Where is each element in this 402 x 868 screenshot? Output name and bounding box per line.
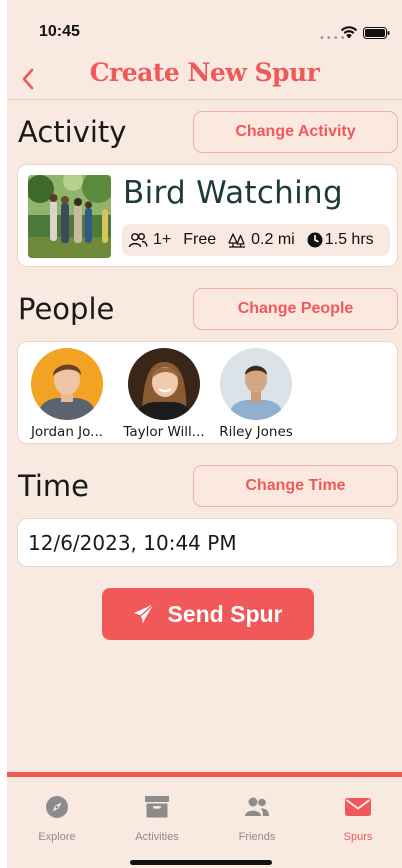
tab-activities-label: Activities (135, 831, 179, 843)
tab-friends[interactable]: Friends (217, 793, 297, 843)
users-icon (245, 797, 269, 816)
activity-heading: Activity (18, 115, 127, 149)
person-item[interactable]: Riley Jones (211, 348, 301, 440)
person-name: Jordan Jo... (30, 424, 104, 440)
duration-value: 1.5 hrs (324, 231, 374, 248)
price-value: Free (183, 231, 217, 248)
people-icon (128, 233, 148, 248)
envelope-icon (345, 798, 371, 816)
wifi-icon (340, 26, 358, 39)
price: Free (183, 231, 216, 249)
tab-spurs[interactable]: Spurs (318, 793, 398, 843)
avatar (31, 348, 103, 420)
tab-explore[interactable]: Explore (17, 793, 97, 843)
group-size-value: 1+ (153, 231, 172, 248)
tab-friends-label: Friends (238, 831, 276, 843)
person-item[interactable]: Taylor Will... (119, 348, 209, 440)
person-item[interactable]: Jordan Jo... (22, 348, 112, 440)
avatar (128, 348, 200, 420)
paper-plane-icon (134, 603, 155, 623)
person-name: Taylor Will... (123, 424, 205, 440)
tab-explore-label: Explore (38, 831, 76, 843)
status-time: 10:45 (39, 23, 80, 40)
trees-icon (228, 233, 246, 248)
status-bar: 10:45 •••• (7, 0, 402, 54)
change-time-button[interactable]: Change Time (193, 465, 398, 507)
change-activity-button[interactable]: Change Activity (193, 111, 398, 153)
compass-icon (46, 796, 68, 818)
page-title: Create New Spur (89, 58, 320, 87)
home-indicator[interactable] (130, 860, 272, 865)
activity-name: Bird Watching (123, 175, 343, 211)
duration: 1.5 hrs (307, 231, 374, 249)
distance-value: 0.2 mi (251, 231, 295, 248)
send-spur-button[interactable]: Send Spur (102, 588, 314, 640)
tab-activities[interactable]: Activities (117, 793, 197, 843)
battery-icon (363, 27, 390, 39)
distance: 0.2 mi (228, 231, 295, 249)
time-heading: Time (18, 469, 89, 503)
tab-spurs-label: Spurs (343, 831, 373, 843)
tab-bar: Explore Activities Friends Spurs (7, 777, 402, 868)
group-size: 1+ (128, 231, 171, 249)
activity-card[interactable]: Bird Watching 1+ Free 0.2 mi 1.5 hrs (17, 164, 398, 267)
people-heading: People (18, 292, 115, 326)
nav-header: Create New Spur (7, 54, 402, 100)
archive-box-icon (145, 796, 169, 818)
people-card: Jordan Jo... Taylor Will... Riley Jones (17, 341, 398, 444)
clock-icon (307, 232, 323, 248)
time-field[interactable]: 12/6/2023, 10:44 PM (17, 518, 398, 567)
person-name: Riley Jones (219, 424, 293, 440)
app-screen: 10:45 •••• Create New Spur Activity Chan… (7, 0, 402, 868)
avatar (220, 348, 292, 420)
change-people-button[interactable]: Change People (193, 288, 398, 330)
activity-meta: 1+ Free 0.2 mi 1.5 hrs (122, 224, 390, 256)
send-spur-label: Send Spur (167, 600, 283, 627)
activity-image (28, 175, 111, 258)
